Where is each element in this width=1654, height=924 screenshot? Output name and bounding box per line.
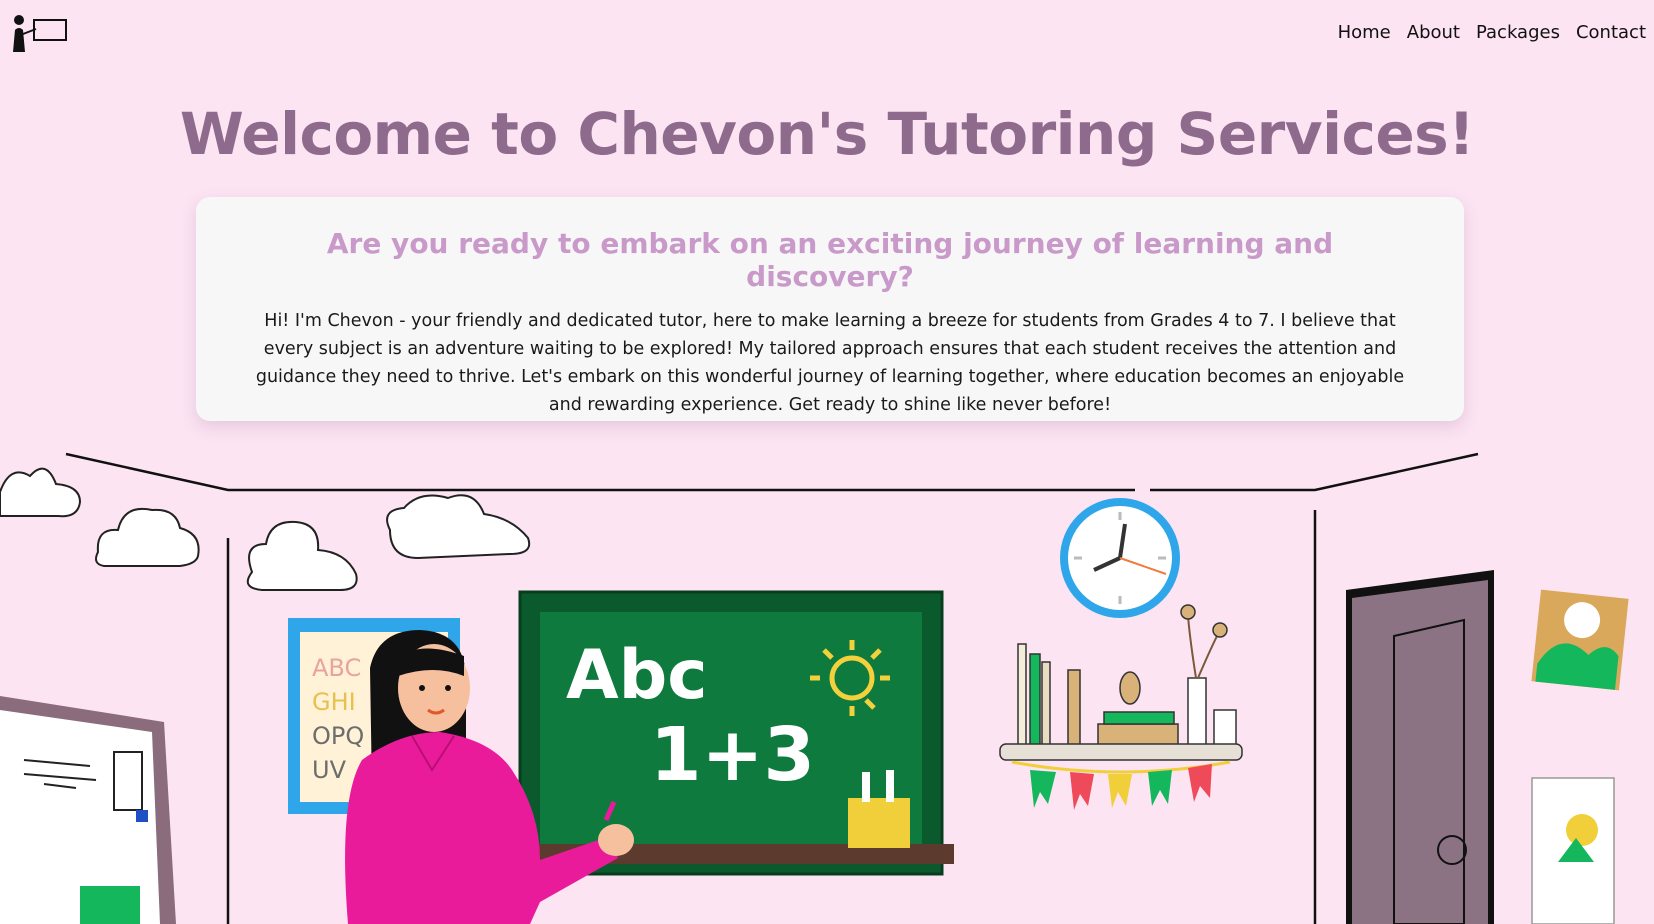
- chalkboard-text-sum: 1+3: [650, 712, 815, 798]
- bookshelf: [999, 604, 1243, 810]
- chalkboard-text-abc: Abc: [566, 636, 708, 715]
- clock-icon: [1060, 498, 1180, 618]
- nav-links: Home About Packages Contact: [1338, 22, 1646, 43]
- intro-card: Are you ready to embark on an exciting j…: [196, 197, 1464, 421]
- intro-text: Hi! I'm Chevon - your friendly and dedic…: [255, 311, 1405, 415]
- door: [1346, 570, 1494, 924]
- classroom-illustration: Abc 1+3 ABC GHI OPQ UV: [0, 452, 1629, 924]
- bulletin-board: [0, 696, 176, 924]
- poster-letters-row1: ABC: [312, 654, 361, 682]
- nav-packages-link[interactable]: Packages: [1476, 22, 1560, 43]
- clouds: [0, 467, 531, 591]
- nav-contact-link[interactable]: Contact: [1576, 22, 1646, 43]
- poster-letters-row3: OPQ: [312, 722, 364, 750]
- teacher-board-icon[interactable]: [8, 12, 70, 54]
- poster-letters-row4: UV: [312, 756, 347, 784]
- chalkboard: Abc 1+3: [506, 590, 954, 876]
- poster-letters-row2: GHI: [312, 688, 356, 716]
- nav-home-link[interactable]: Home: [1338, 22, 1391, 43]
- page: Home About Packages Contact Welcome to C…: [0, 0, 1654, 924]
- page-title: Welcome to Chevon's Tutoring Services!: [179, 100, 1475, 168]
- navbar: Home About Packages Contact: [0, 0, 1654, 70]
- landscape-poster: [1531, 589, 1629, 691]
- sun-poster: [1531, 777, 1615, 924]
- nav-about-link[interactable]: About: [1407, 22, 1460, 43]
- intro-heading: Are you ready to embark on an exciting j…: [326, 227, 1334, 293]
